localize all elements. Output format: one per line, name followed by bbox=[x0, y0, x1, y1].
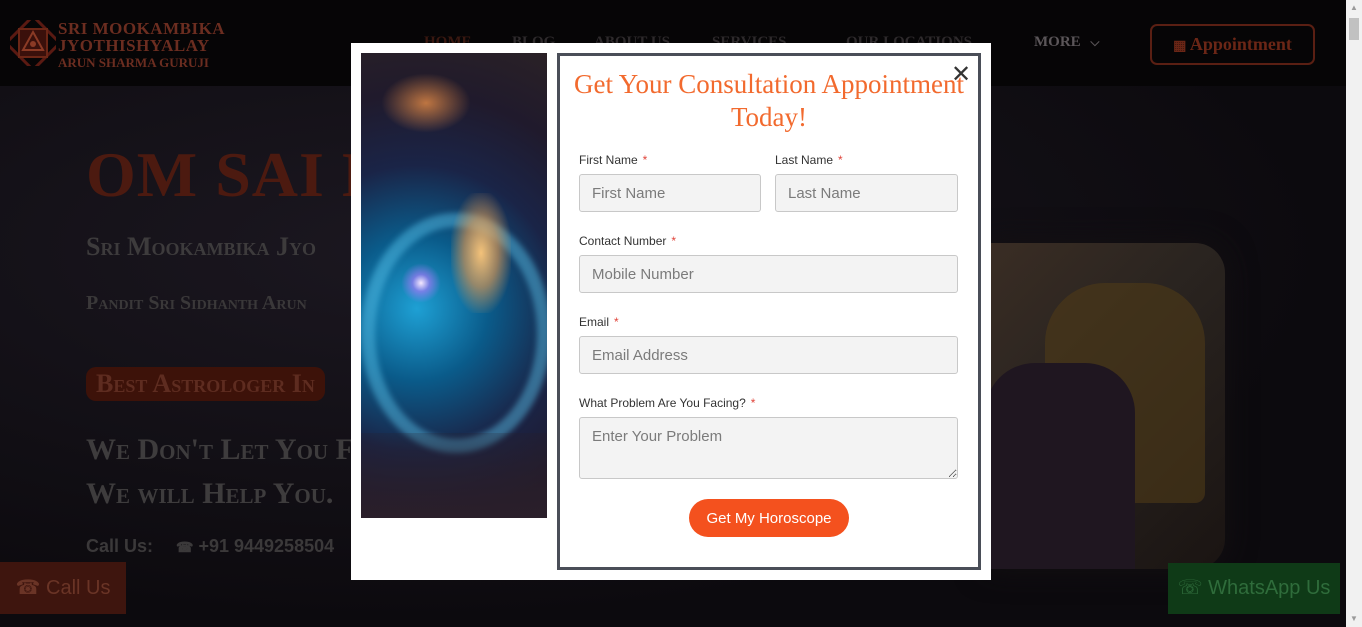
form-title: Get Your Consultation Appointment Today! bbox=[573, 69, 965, 132]
calendar-icon: ▦ bbox=[1173, 39, 1187, 54]
nebula-shadow bbox=[361, 433, 547, 518]
nebula-glow-center bbox=[451, 193, 511, 313]
last-name-label-text: Last Name bbox=[775, 153, 834, 167]
scroll-down-arrow-icon[interactable]: ▼ bbox=[1346, 611, 1362, 627]
appointment-label: Appointment bbox=[1189, 34, 1292, 54]
last-name-label: Last Name * bbox=[775, 153, 843, 167]
required-mark: * bbox=[671, 234, 677, 248]
hero-pandit-name: Pandit Sri Sidhanth Arun bbox=[86, 292, 307, 314]
whatsapp-button[interactable]: ☏ WhatsApp Us bbox=[1168, 563, 1340, 614]
nebula-glow-top bbox=[381, 73, 471, 133]
brand-line-1: SRI MOOKAMBIKA bbox=[58, 19, 226, 38]
problem-label: What Problem Are You Facing? * bbox=[579, 396, 755, 410]
first-name-label-text: First Name bbox=[579, 153, 638, 167]
hero-tagline-line-2: We will Help You. bbox=[86, 477, 334, 510]
hero-subtitle: Sri Mookambika Jyo bbox=[86, 232, 317, 261]
guruji-photo bbox=[985, 243, 1225, 569]
brand-line-3: ARUN SHARMA GURUJI bbox=[58, 55, 209, 70]
required-mark: * bbox=[642, 153, 648, 167]
hero-phone-link[interactable]: ☎ +91 9449258504 bbox=[176, 536, 334, 557]
problem-textarea[interactable] bbox=[579, 417, 958, 479]
whatsapp-icon: ☏ bbox=[1177, 577, 1203, 599]
phone-icon: ☎ bbox=[15, 577, 41, 599]
hero-title: OM SAI N bbox=[86, 139, 390, 210]
required-mark: * bbox=[838, 153, 843, 167]
hero-call-label: Call Us: bbox=[86, 536, 154, 556]
floating-call-label: Call Us bbox=[46, 577, 111, 599]
nav-more-label: MORE bbox=[1034, 34, 1081, 50]
email-label: Email * bbox=[579, 315, 619, 329]
consultation-form: Get Your Consultation Appointment Today!… bbox=[557, 53, 981, 570]
consultation-modal: Get Your Consultation Appointment Today!… bbox=[351, 43, 991, 580]
contact-number-label-text: Contact Number bbox=[579, 234, 667, 248]
chevron-down-icon: ⌵ bbox=[1090, 35, 1100, 49]
nebula-star bbox=[401, 263, 441, 303]
first-name-input[interactable] bbox=[579, 174, 761, 212]
last-name-input[interactable] bbox=[775, 174, 958, 212]
scroll-thumb[interactable] bbox=[1349, 18, 1359, 40]
scroll-up-arrow-icon[interactable]: ▲ bbox=[1346, 0, 1362, 16]
first-name-label: First Name * bbox=[579, 153, 647, 167]
close-icon[interactable]: ✕ bbox=[948, 62, 974, 88]
whatsapp-label: WhatsApp Us bbox=[1208, 577, 1331, 599]
appointment-button[interactable]: ▦ Appointment bbox=[1150, 24, 1315, 65]
page-scrollbar[interactable]: ▲ ▼ bbox=[1346, 0, 1362, 627]
phone-icon: ☎ bbox=[176, 539, 194, 555]
get-my-horoscope-button[interactable]: Get My Horoscope bbox=[689, 499, 849, 537]
brand-line-2: JYOTHISHYALAY bbox=[58, 36, 210, 55]
floating-call-button[interactable]: ☎ Call Us bbox=[0, 562, 126, 614]
required-mark: * bbox=[614, 315, 619, 329]
required-mark: * bbox=[750, 396, 756, 410]
nebula-image bbox=[361, 53, 547, 518]
hero-tagline: We Don't Let You F We will Help You. bbox=[86, 428, 354, 516]
hero-badge: Best Astrologer In bbox=[86, 367, 325, 401]
mobile-number-input[interactable] bbox=[579, 255, 958, 293]
hero-tagline-line-1: We Don't Let You F bbox=[86, 433, 354, 466]
brand-name[interactable]: SRI MOOKAMBIKA JYOTHISHYALAY ARUN SHARMA… bbox=[58, 20, 225, 71]
problem-label-text: What Problem Are You Facing? bbox=[579, 396, 746, 410]
nav-more[interactable]: MORE ⌵ bbox=[1034, 34, 1100, 51]
email-label-text: Email bbox=[579, 315, 610, 329]
contact-number-label: Contact Number * bbox=[579, 234, 676, 248]
photo-figure bbox=[985, 363, 1135, 569]
hero-phone-number: +91 9449258504 bbox=[198, 536, 335, 556]
email-input[interactable] bbox=[579, 336, 958, 374]
yantra-logo-icon[interactable] bbox=[10, 20, 56, 66]
